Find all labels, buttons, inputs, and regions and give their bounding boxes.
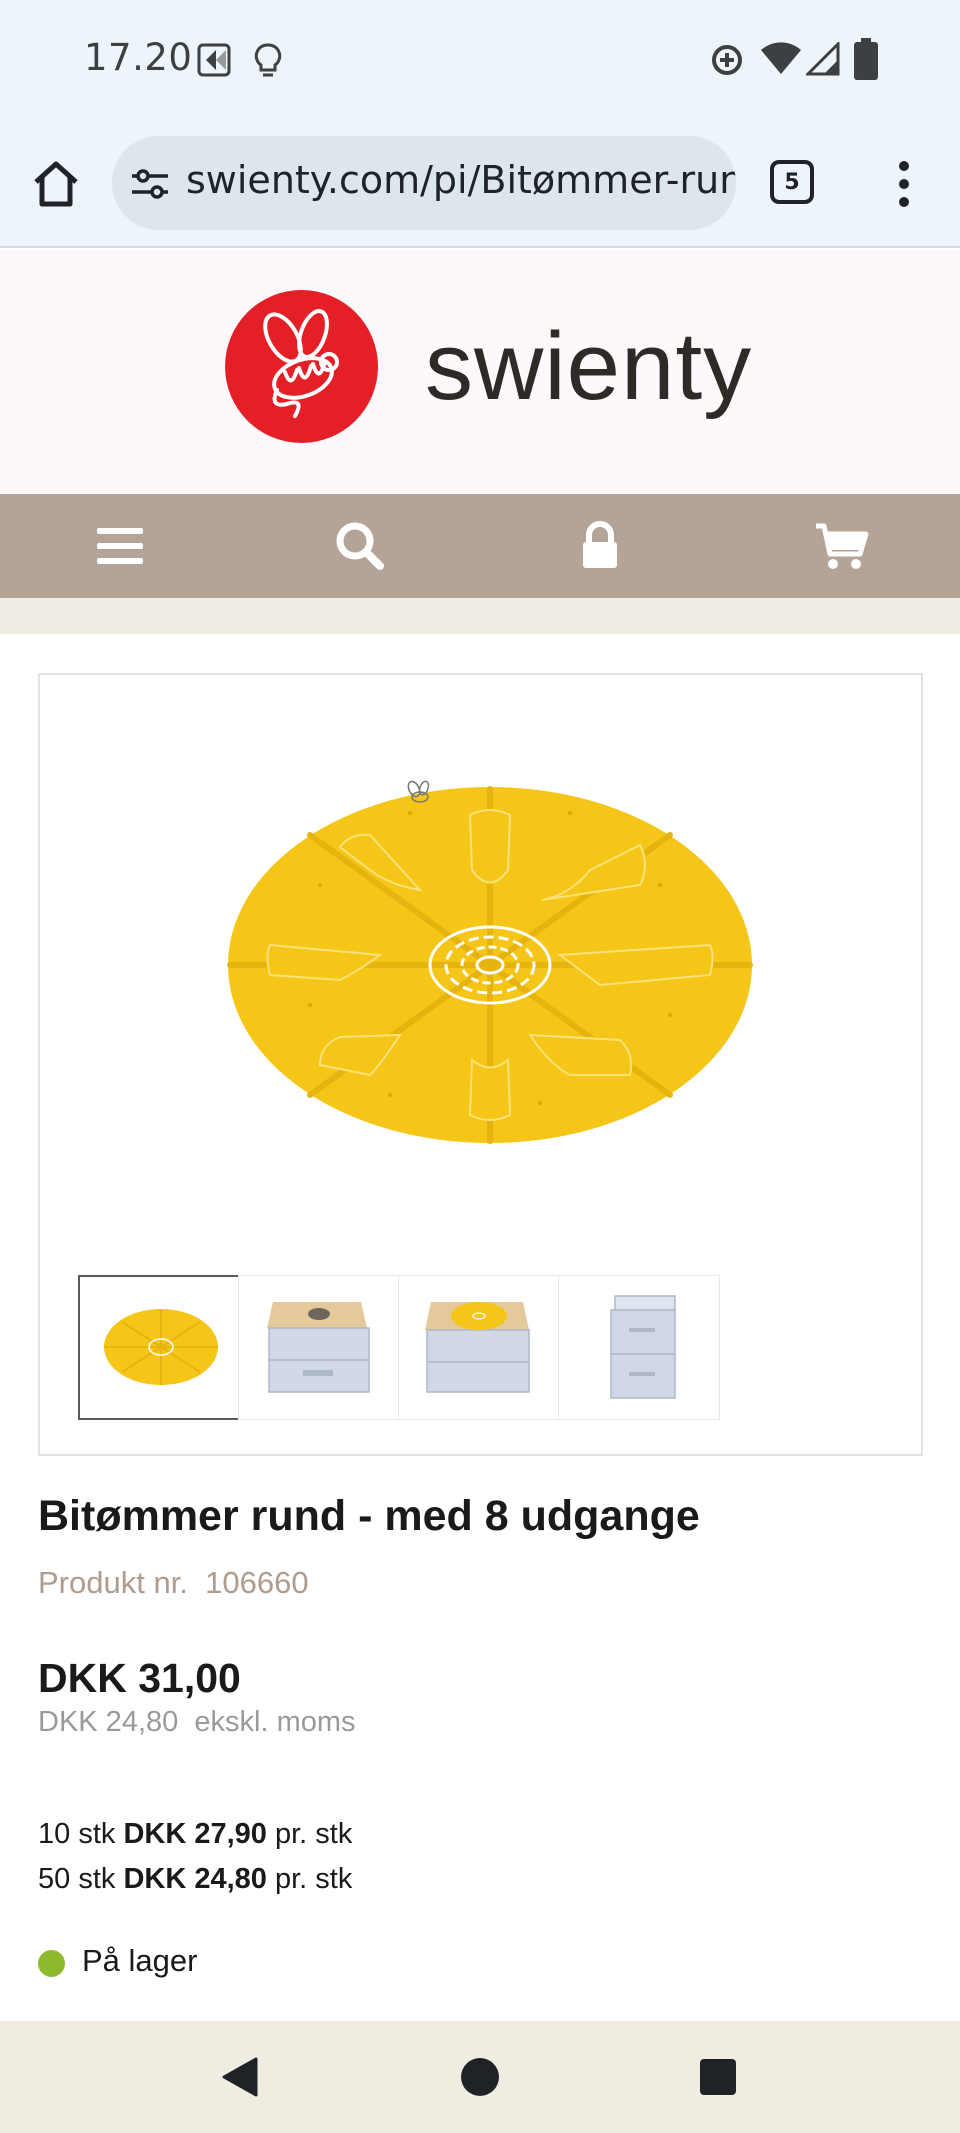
breadcrumb-strip <box>0 598 960 634</box>
recents-icon[interactable] <box>696 2055 740 2099</box>
tab-switcher-button[interactable]: 5 <box>770 160 814 204</box>
back-icon[interactable] <box>218 2055 262 2099</box>
bee-logo-icon[interactable] <box>225 290 378 443</box>
thumbnail-hive-with-board-image <box>425 1302 530 1393</box>
browser-toolbar: swienty.com/pi/Bitømmer-rund-med-8-udgan… <box>0 120 960 248</box>
quantity-discount-row: 10 stk DKK 27,90 pr. stk <box>38 1818 352 1851</box>
product-number-label: Produkt nr. <box>38 1565 188 1600</box>
stock-status-icon <box>38 1950 65 1977</box>
signal-icon <box>806 42 840 76</box>
logo-wordmark[interactable]: swienty <box>425 312 752 422</box>
product-gallery <box>38 673 923 1456</box>
tier-quantity: 10 stk <box>38 1818 116 1850</box>
lightbulb-icon <box>254 43 282 77</box>
home-icon[interactable] <box>28 156 84 212</box>
app-notification-icon <box>197 43 231 77</box>
tier-price: DKK 24,80 <box>123 1863 267 1895</box>
gallery-thumbnail[interactable] <box>238 1275 400 1420</box>
site-nav <box>0 494 960 598</box>
site-header: swienty <box>0 250 960 494</box>
gallery-thumbnail[interactable] <box>78 1275 240 1420</box>
quantity-discount-row: 50 stk DKK 24,80 pr. stk <box>38 1863 352 1896</box>
url-text[interactable]: swienty.com/pi/Bitømmer-rund-med-8-udgan… <box>186 158 736 202</box>
tier-price: DKK 27,90 <box>123 1818 267 1850</box>
thumbnail-stacked-hive-image <box>610 1295 676 1399</box>
tier-unit: pr. stk <box>274 1818 353 1850</box>
thumbnail-hive-image <box>267 1302 370 1393</box>
data-saver-icon <box>712 45 742 75</box>
wifi-icon <box>761 42 801 74</box>
status-time: 17.20 <box>84 36 193 79</box>
tier-quantity: 50 stk <box>38 1863 116 1895</box>
thumbnail-board-image <box>104 1309 218 1385</box>
tier-unit: pr. stk <box>274 1863 353 1895</box>
home-nav-icon[interactable] <box>458 2055 502 2099</box>
lock-icon[interactable] <box>570 516 630 576</box>
address-bar[interactable]: swienty.com/pi/Bitømmer-rund-med-8-udgan… <box>112 136 736 230</box>
site-settings-icon[interactable] <box>130 164 170 204</box>
battery-icon <box>854 38 878 80</box>
price-excl-vat-label: ekskl. moms <box>194 1706 356 1738</box>
product-number: Produkt nr. 106660 <box>38 1565 309 1601</box>
price-excl-vat-value: DKK 24,80 <box>38 1706 179 1738</box>
search-icon[interactable] <box>330 516 390 576</box>
menu-icon[interactable] <box>90 516 150 576</box>
gallery-thumbnail[interactable] <box>398 1275 560 1420</box>
product-number-value: 106660 <box>205 1565 309 1600</box>
stock-status: På lager <box>82 1943 198 1978</box>
system-navigation-bar <box>0 2021 960 2133</box>
product-main-image[interactable] <box>210 775 770 1155</box>
status-bar: 17.20 <box>0 0 960 120</box>
gallery-thumbnail[interactable] <box>558 1275 720 1420</box>
more-options-icon[interactable] <box>888 156 920 212</box>
cart-icon[interactable] <box>812 516 872 576</box>
price: DKK 31,00 <box>38 1655 241 1701</box>
product-title: Bitømmer rund - med 8 udgange <box>38 1492 700 1540</box>
price-excl-vat: DKK 24,80 ekskl. moms <box>38 1706 356 1739</box>
